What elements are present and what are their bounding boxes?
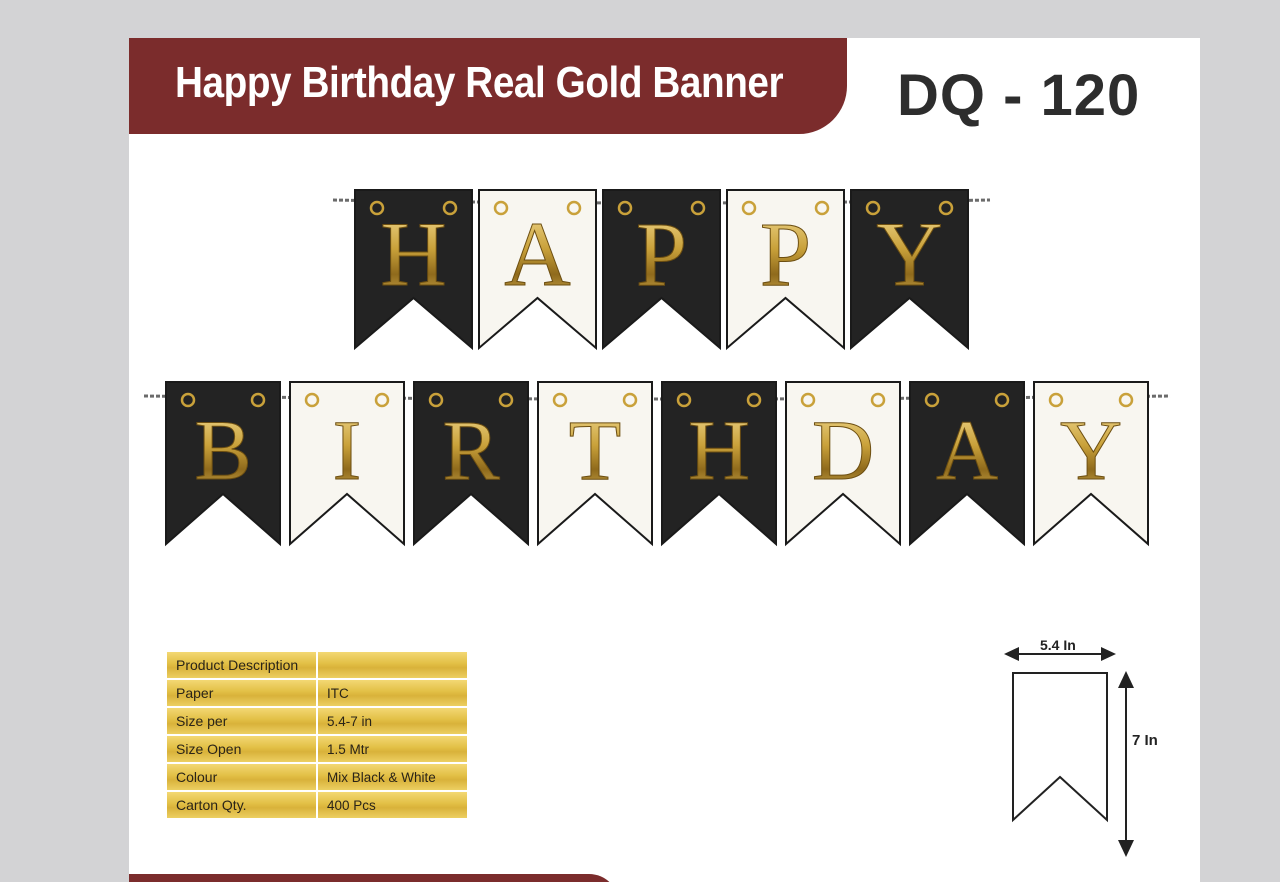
banner-letter: Y [876, 203, 942, 305]
spec-heading-row: Product Description [165, 650, 469, 680]
table-row: Paper ITC [165, 678, 469, 708]
banner-letter: R [442, 402, 500, 498]
table-row: Size per 5.4-7 in [165, 706, 469, 736]
spec-heading-blank [316, 650, 469, 680]
banner-letter: T [569, 402, 622, 498]
product-description-table: Product Description Paper ITC Size per 5… [165, 650, 469, 820]
banner-letter: A [936, 402, 998, 498]
flag-dimension-diagram [1004, 647, 1134, 857]
banner-row-happy: HAPPY [332, 189, 991, 351]
width-label: 5.4 In [1040, 637, 1076, 653]
banner-letter: P [760, 203, 811, 305]
table-row: Colour Mix Black & White [165, 762, 469, 792]
spec-label: Size Open [165, 734, 318, 764]
height-label: 7 In [1132, 732, 1158, 749]
banner-letter: D [812, 402, 874, 498]
table-row: Carton Qty. 400 Pcs [165, 790, 469, 820]
spec-value: Mix Black & White [316, 762, 469, 792]
banner-letter: I [333, 402, 362, 498]
banner-letter: P [636, 203, 687, 305]
banner-row-birthday: BIRTHDAY [143, 381, 1171, 547]
spec-heading: Product Description [165, 650, 318, 680]
banner-letter: H [380, 203, 446, 305]
table-row: Size Open 1.5 Mtr [165, 734, 469, 764]
spec-value: ITC [316, 678, 469, 708]
banner-illustration: HAPPY BIRTHDAY [143, 189, 1171, 547]
spec-label: Colour [165, 762, 318, 792]
footer-band [129, 874, 619, 882]
spec-value: 5.4-7 in [316, 706, 469, 736]
banner-letter: B [194, 402, 251, 498]
spec-value: 400 Pcs [316, 790, 469, 820]
spec-value: 1.5 Mtr [316, 734, 469, 764]
banner-letter: A [504, 203, 570, 305]
spec-label: Paper [165, 678, 318, 708]
banner-letter: H [688, 402, 750, 498]
spec-label: Size per [165, 706, 318, 736]
spec-label: Carton Qty. [165, 790, 318, 820]
product-sheet: Happy Birthday Real Gold Banner DQ - 120… [129, 38, 1200, 882]
banner-letter: Y [1060, 402, 1122, 498]
